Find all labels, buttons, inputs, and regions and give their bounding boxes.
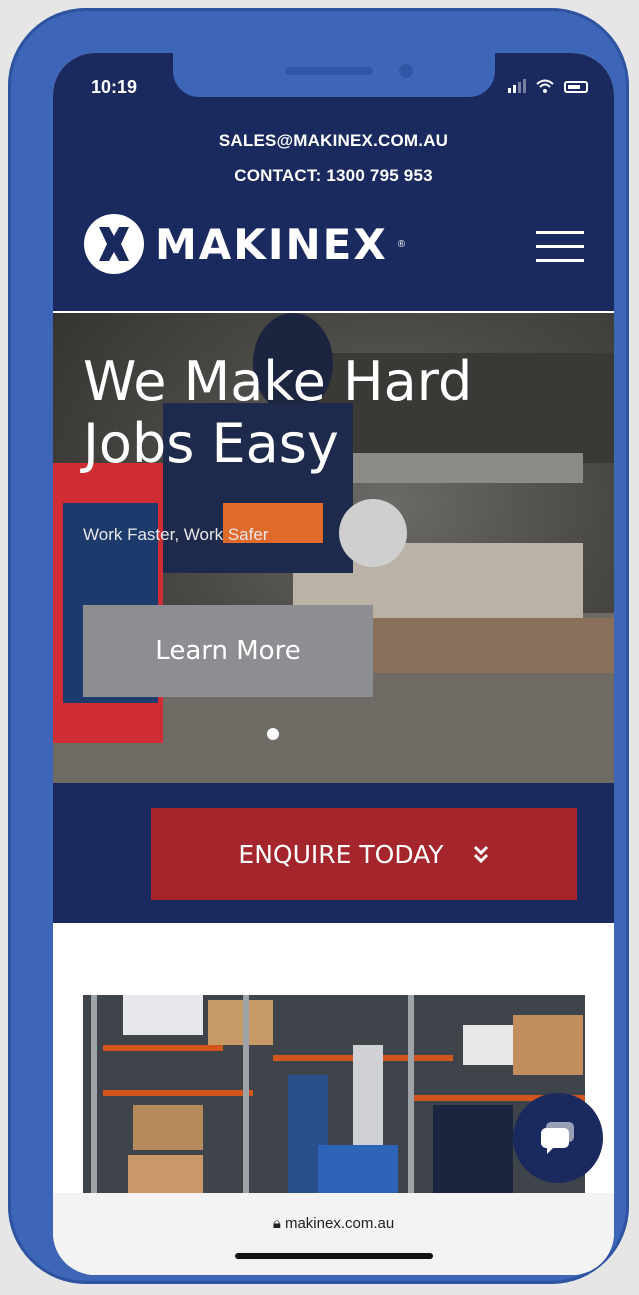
lock-icon: 🔒︎: [272, 1215, 281, 1232]
enquire-today-button[interactable]: ENQUIRE TODAY: [151, 808, 577, 900]
browser-url-bar[interactable]: 🔒︎ makinex.com.au: [53, 1193, 614, 1275]
logo-text: MAKINEX: [155, 219, 388, 269]
phone-frame: 10:19 SALES@MAKINEX.COM.AU CONTACT: 1300…: [8, 8, 629, 1284]
hero-subtitle: Work Faster, Work Safer: [83, 525, 269, 544]
chat-button[interactable]: [513, 1093, 603, 1183]
hero-title: We Make Hard Jobs Easy: [83, 350, 473, 475]
signal-icon: [508, 79, 526, 93]
menu-icon[interactable]: [536, 229, 584, 265]
chat-icon: [541, 1122, 574, 1154]
slider-dot[interactable]: [267, 728, 279, 740]
logo-mark-icon: [84, 214, 144, 274]
url-text: 🔒︎ makinex.com.au: [53, 1215, 614, 1232]
enquire-band: ENQUIRE TODAY: [53, 783, 614, 923]
status-icons: [508, 79, 588, 93]
hero-slider: We Make Hard Jobs Easy Work Faster, Work…: [53, 313, 614, 783]
email-link[interactable]: SALES@MAKINEX.COM.AU: [53, 131, 614, 151]
warehouse-image: [83, 995, 585, 1195]
learn-more-button[interactable]: Learn More: [83, 605, 373, 697]
warehouse-illustration: [83, 995, 585, 1195]
notch: [173, 53, 495, 97]
speaker: [285, 67, 373, 75]
camera: [399, 64, 413, 78]
makinex-logo[interactable]: MAKINEX ®: [83, 213, 405, 275]
chevron-double-down-icon: [473, 845, 488, 864]
home-indicator[interactable]: [235, 1253, 433, 1259]
screen: 10:19 SALES@MAKINEX.COM.AU CONTACT: 1300…: [53, 53, 614, 1275]
enquire-label: ENQUIRE TODAY: [238, 839, 444, 869]
url-label: makinex.com.au: [284, 1215, 395, 1232]
status-time: 10:19: [91, 77, 138, 97]
battery-icon: [564, 81, 588, 93]
wifi-icon: [536, 79, 554, 93]
contact-phone-link[interactable]: CONTACT: 1300 795 953: [53, 166, 614, 186]
registered-mark: ®: [397, 238, 406, 250]
